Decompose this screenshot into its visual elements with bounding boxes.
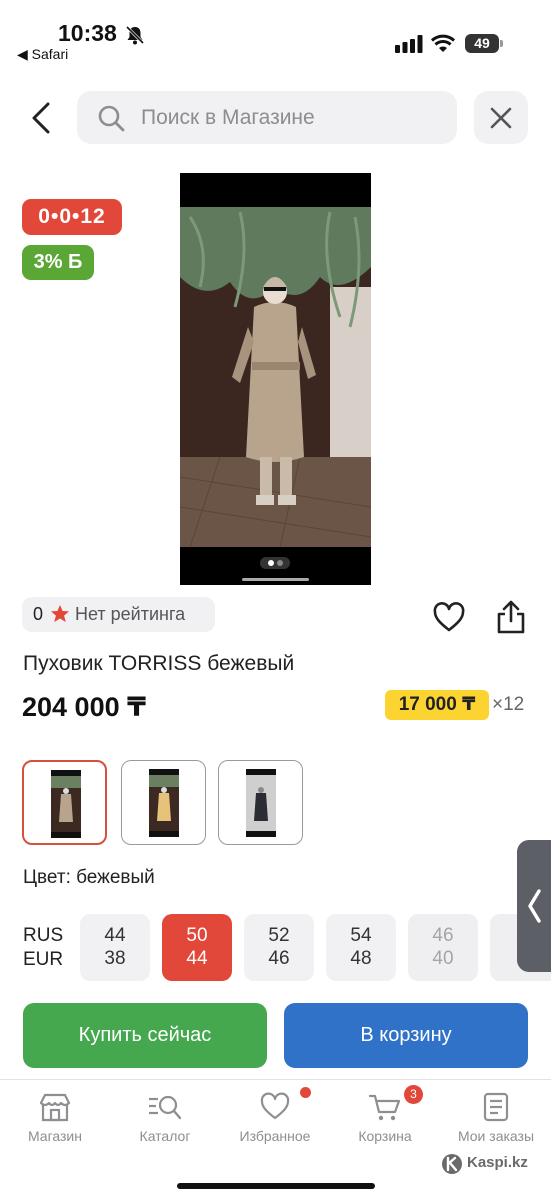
tab-favorites[interactable]: Избранное xyxy=(220,1092,330,1152)
tab-cart[interactable]: Корзина xyxy=(330,1092,440,1152)
color-label: Цвет: бежевый xyxy=(23,867,155,888)
add-to-cart-button[interactable]: В корзину xyxy=(284,1003,528,1068)
thumbnail-yellow[interactable] xyxy=(121,760,206,845)
share-icon[interactable] xyxy=(495,599,527,635)
product-photo xyxy=(180,207,371,547)
home-indicator xyxy=(177,1183,375,1189)
product-price: 204 000 ₸ xyxy=(22,692,146,722)
search-input[interactable]: Поиск в Магазине xyxy=(77,91,457,144)
tab-label: Избранное xyxy=(239,1128,311,1144)
thumbnail-image xyxy=(149,769,179,837)
product-image[interactable] xyxy=(180,173,371,585)
kaspi-logo-icon xyxy=(442,1154,462,1174)
wifi-icon xyxy=(431,34,455,52)
signal-icon xyxy=(395,35,423,53)
size-system-eur: EUR xyxy=(23,949,64,970)
size-rus: 46 xyxy=(432,925,454,946)
star-icon xyxy=(51,605,69,622)
size-eur: 46 xyxy=(268,948,290,969)
size-rus: 52 xyxy=(268,925,290,946)
search-icon xyxy=(98,105,125,132)
cart-count-badge: 3 xyxy=(404,1085,423,1104)
thumbnail-image xyxy=(51,770,81,838)
pager-dot xyxy=(277,560,283,566)
catalog-icon xyxy=(149,1095,182,1120)
thumbnail-black[interactable] xyxy=(218,760,303,845)
size-rus: 50 xyxy=(186,925,208,946)
battery-indicator: 49 xyxy=(465,34,503,53)
battery-level: 49 xyxy=(465,34,499,53)
size-chip-selected[interactable]: 50 44 xyxy=(162,914,232,981)
back-to-safari[interactable]: ◀ Safari xyxy=(17,46,68,63)
status-bar: 10:38 ◀ Safari 49 xyxy=(0,0,551,72)
size-eur: 48 xyxy=(350,948,372,969)
tab-store[interactable]: Магазин xyxy=(0,1092,110,1152)
size-system-labels: RUS EUR xyxy=(23,924,63,972)
back-button[interactable] xyxy=(24,98,60,138)
store-icon xyxy=(39,1093,71,1122)
thumbnail-image xyxy=(246,769,276,837)
close-search-button[interactable] xyxy=(474,91,528,144)
buy-now-button[interactable]: Купить сейчас xyxy=(23,1003,267,1068)
image-scroll-bar xyxy=(242,578,309,581)
bonus-badge: 3% Б xyxy=(22,245,94,280)
size-rus: 44 xyxy=(104,925,126,946)
close-icon xyxy=(490,107,512,129)
cart-icon xyxy=(368,1094,401,1121)
size-chip-unavailable[interactable]: 46 40 xyxy=(408,914,478,981)
tab-bar: Магазин Каталог Избранное Корзина Мои за… xyxy=(0,1079,551,1200)
heart-icon xyxy=(260,1092,290,1120)
tab-label: Корзина xyxy=(358,1128,412,1144)
tab-label: Магазин xyxy=(27,1128,82,1144)
status-time: 10:38 xyxy=(58,20,117,46)
tab-catalog[interactable]: Каталог xyxy=(110,1092,220,1152)
size-rus: 54 xyxy=(350,925,372,946)
size-eur: 40 xyxy=(432,948,454,969)
rating-count: 0 xyxy=(33,604,44,624)
size-chip[interactable]: 54 48 xyxy=(326,914,396,981)
size-eur: 44 xyxy=(186,948,208,969)
bell-slash-icon xyxy=(125,25,145,45)
size-chip[interactable]: 52 46 xyxy=(244,914,314,981)
search-placeholder: Поиск в Магазине xyxy=(141,106,315,129)
tab-label: Мои заказы xyxy=(457,1128,535,1144)
chevron-left-icon xyxy=(528,889,541,923)
installment-badge: 0•0•12 xyxy=(22,199,122,235)
thumbnail-beige[interactable] xyxy=(22,760,107,845)
rating-text: Нет рейтинга xyxy=(75,604,186,624)
orders-icon xyxy=(483,1092,509,1122)
tab-orders[interactable]: Мои заказы xyxy=(441,1092,551,1152)
favorite-heart-icon[interactable] xyxy=(432,602,466,634)
image-pager[interactable] xyxy=(260,557,290,569)
rating-pill[interactable]: 0 Нет рейтинга xyxy=(22,597,215,632)
size-system-rus: RUS xyxy=(23,925,64,946)
product-title: Пуховик TORRISS бежевый xyxy=(23,652,295,675)
size-eur: 38 xyxy=(104,948,126,969)
size-chip[interactable]: 44 38 xyxy=(80,914,150,981)
monthly-payment-badge: 17 000 ₸ xyxy=(385,690,489,720)
favorites-notification-dot xyxy=(300,1087,311,1098)
watermark: Kaspi.kz xyxy=(467,1154,528,1171)
battery-cap xyxy=(500,40,503,47)
side-panel-handle[interactable] xyxy=(517,840,551,972)
pager-dot-active xyxy=(268,560,274,566)
installment-months: ×12 xyxy=(492,694,525,715)
tab-label: Каталог xyxy=(139,1128,191,1144)
